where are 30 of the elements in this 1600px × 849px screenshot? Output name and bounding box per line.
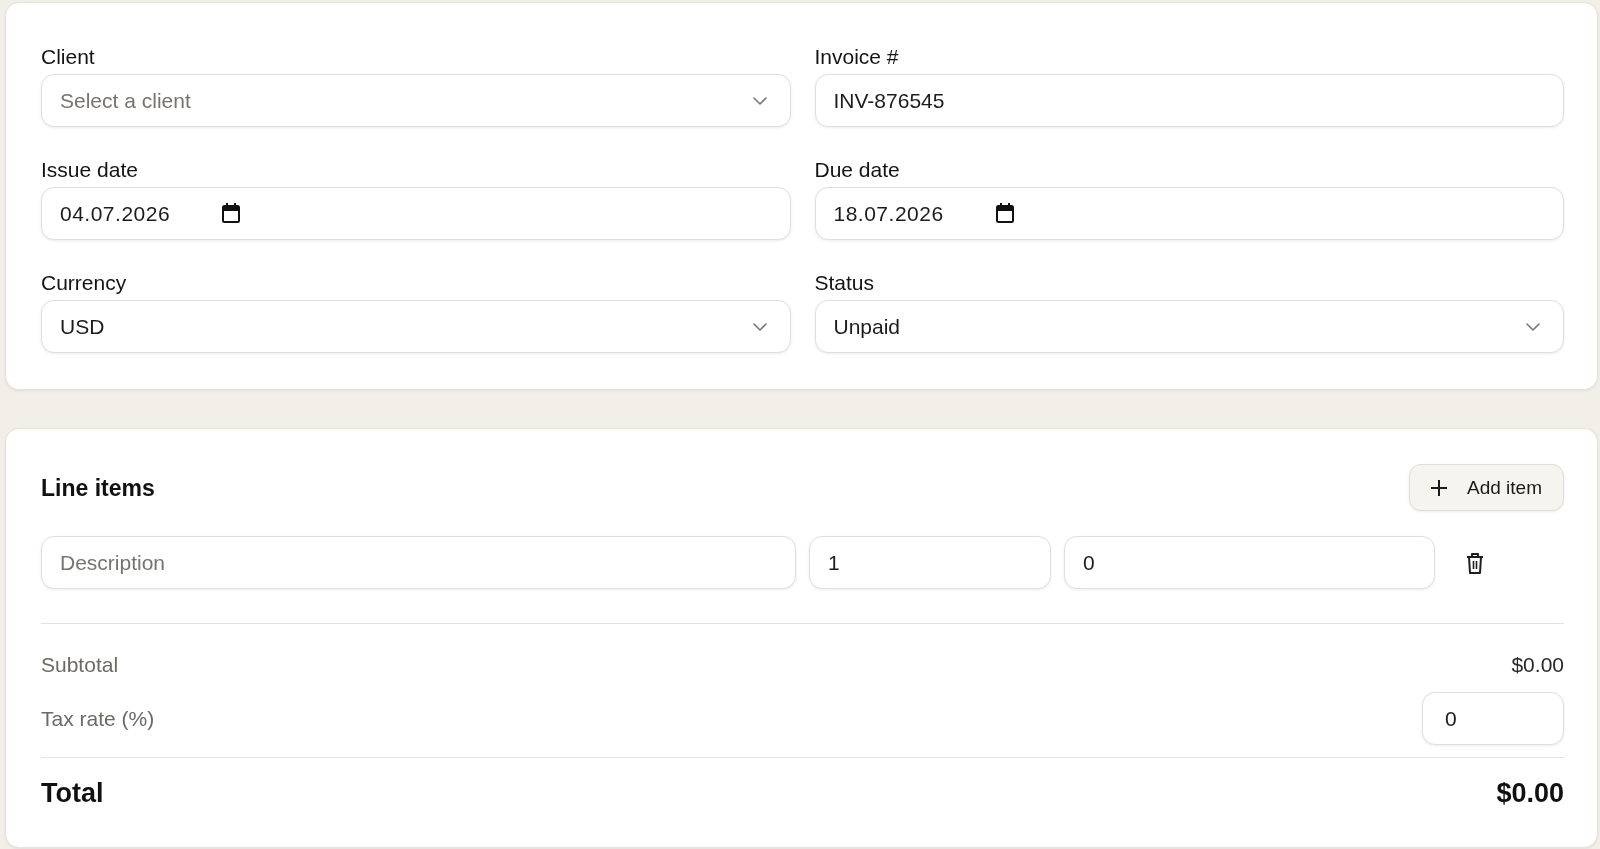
- date-field[interactable]: 18.07.2026: [814, 187, 1564, 240]
- date-field[interactable]: 04.07.2026: [41, 187, 791, 240]
- field-label: Due date: [814, 158, 900, 182]
- subtotal-label: Subtotal: [41, 653, 119, 677]
- select-field[interactable]: Unpaid: [814, 300, 1564, 353]
- add-item-button[interactable]: Add item: [1409, 464, 1564, 511]
- field-label: Issue date: [41, 158, 138, 182]
- chevron-down-icon: [752, 323, 767, 331]
- plus-icon: [1431, 479, 1447, 496]
- calendar-icon[interactable]: [995, 203, 1014, 223]
- total-value: $0.00: [1496, 778, 1564, 808]
- tax-rate-label: Tax rate (%): [41, 706, 155, 731]
- chevron-down-icon: [1526, 323, 1540, 331]
- field-label: Status: [814, 271, 875, 295]
- description-field[interactable]: Description: [41, 536, 796, 589]
- number-field[interactable]: 0: [1064, 536, 1435, 589]
- text-field[interactable]: INV-876545: [814, 74, 1564, 127]
- section-title: Line items: [41, 473, 155, 502]
- chevron-down-icon: [752, 97, 767, 105]
- field-label: Invoice #: [814, 45, 899, 69]
- trash-icon[interactable]: [1466, 551, 1484, 574]
- select-field[interactable]: Select a client: [41, 74, 791, 127]
- number-field[interactable]: 1: [809, 536, 1051, 589]
- field-label: Currency: [41, 271, 127, 295]
- field-label: Client: [41, 45, 95, 69]
- calendar-icon[interactable]: [222, 203, 240, 223]
- tax-rate-field[interactable]: 0: [1422, 692, 1564, 745]
- select-field[interactable]: USD: [41, 300, 791, 353]
- total-label: Total: [41, 778, 104, 808]
- subtotal-value: $0.00: [1511, 653, 1564, 677]
